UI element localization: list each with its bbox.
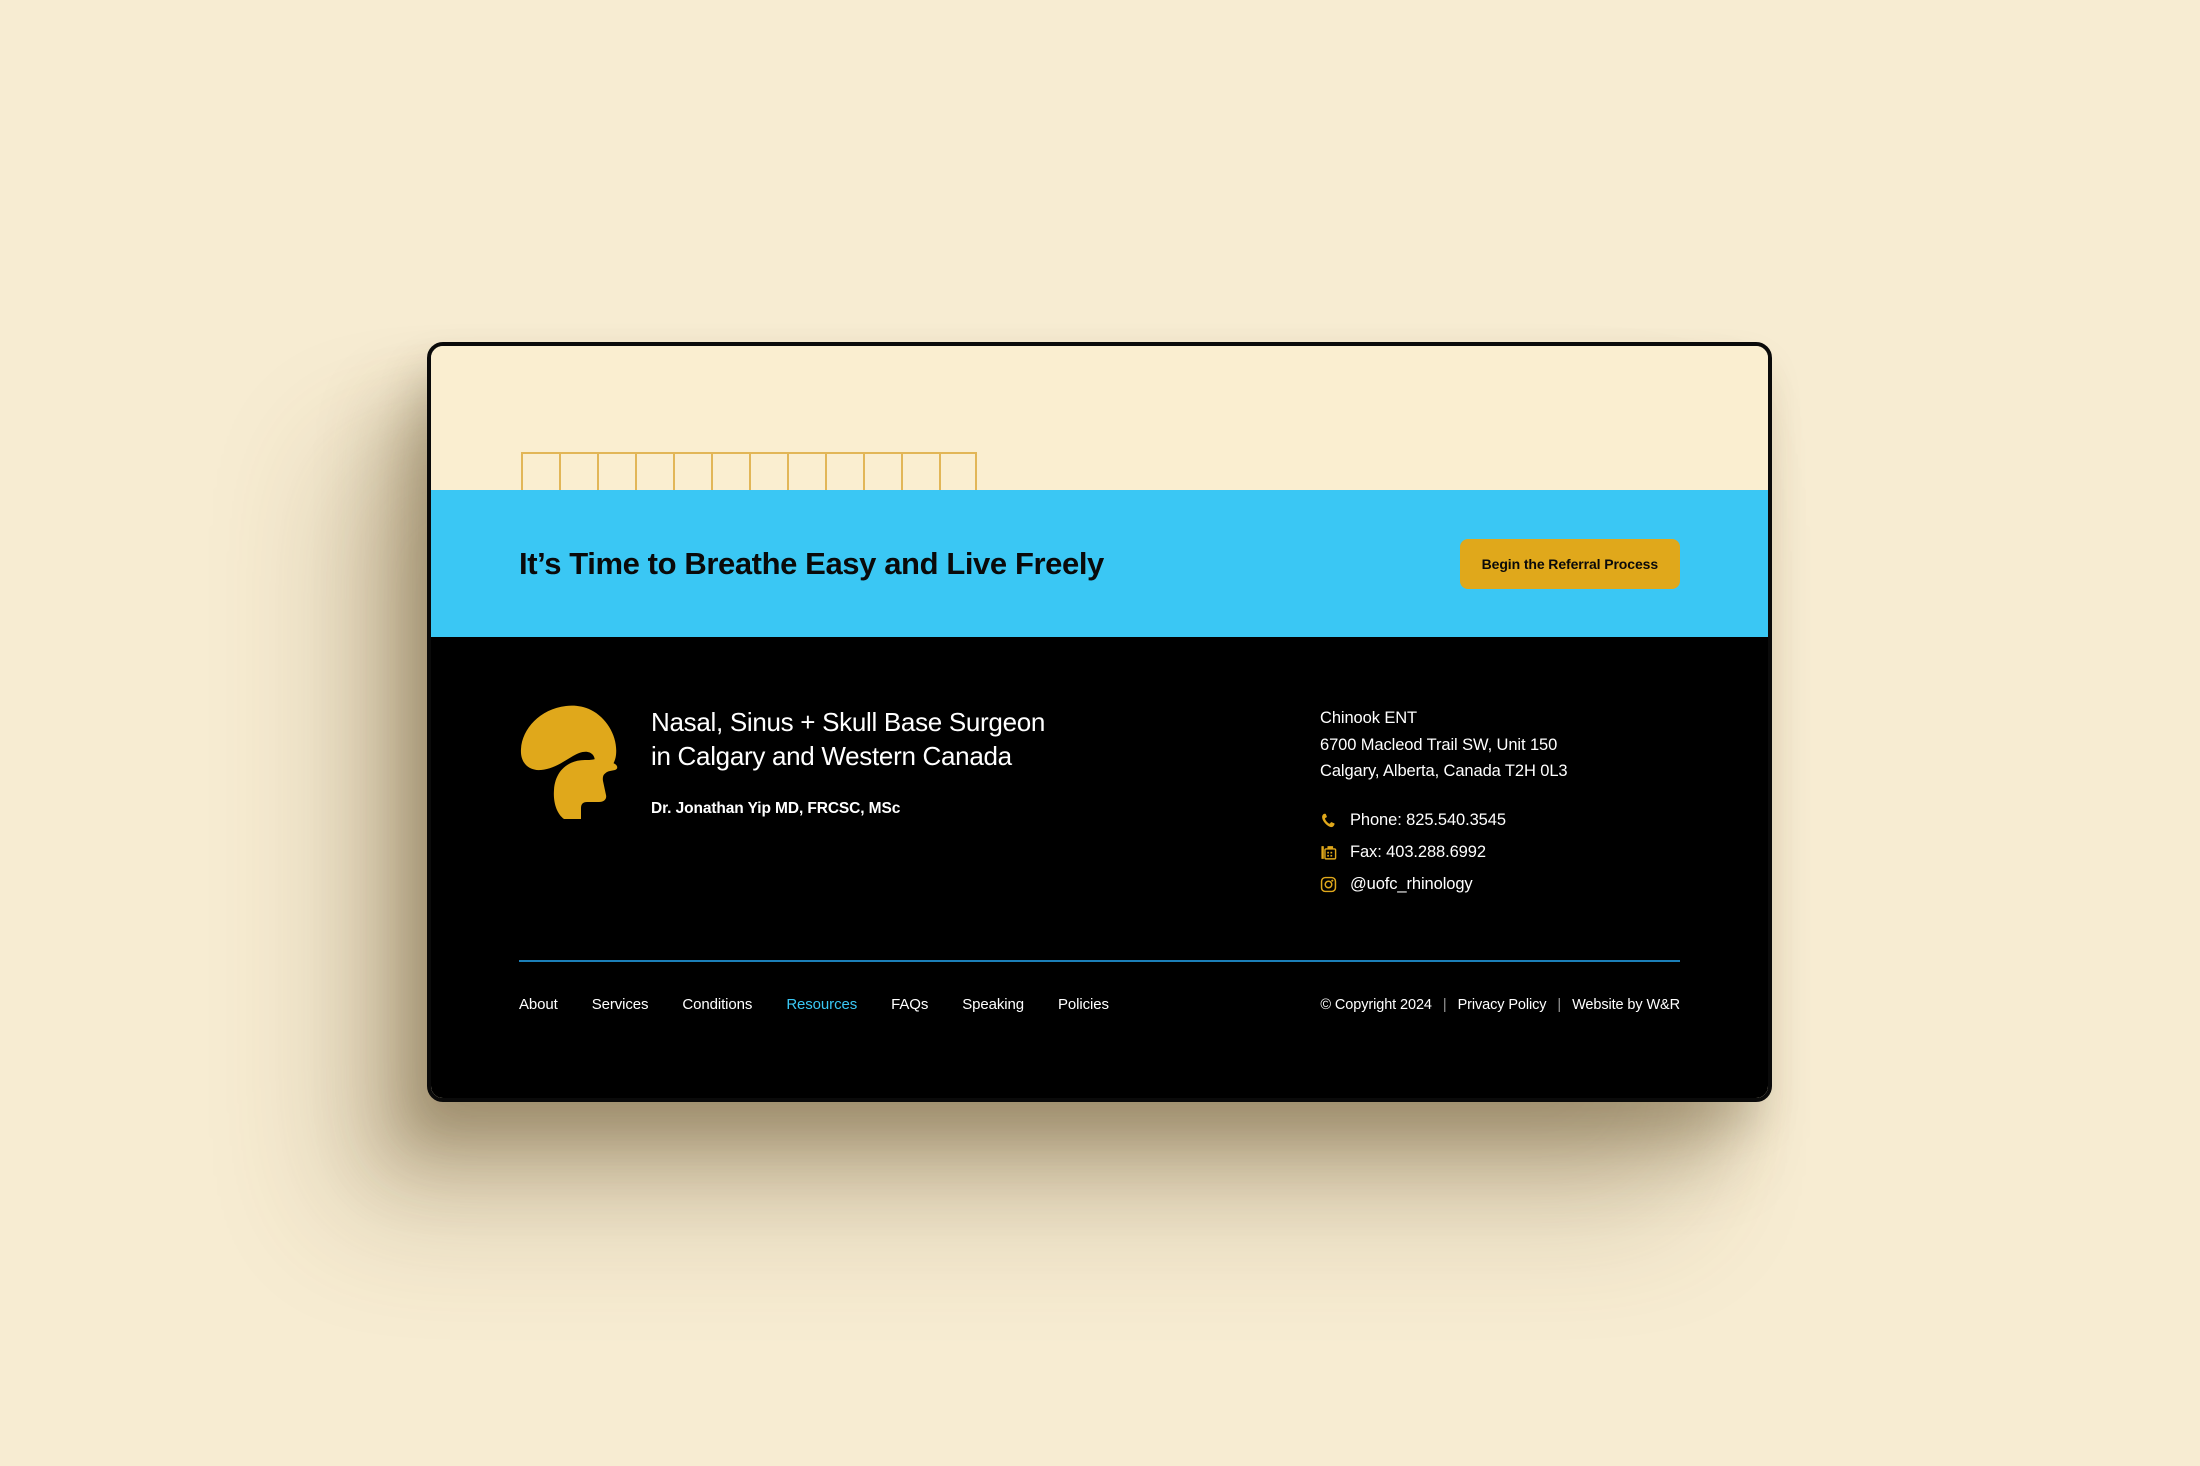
grid-cell bbox=[901, 452, 939, 493]
copyright-text: © Copyright 2024 bbox=[1320, 996, 1432, 1013]
footer-brand-block: Nasal, Sinus + Skull Base Surgeon in Cal… bbox=[519, 699, 1045, 894]
footer-nav-link-resources[interactable]: Resources bbox=[786, 996, 857, 1013]
address-line-1: 6700 Macleod Trail SW, Unit 150 bbox=[1320, 735, 1558, 754]
grid-cell bbox=[559, 452, 597, 493]
cta-banner: It’s Time to Breathe Easy and Live Freel… bbox=[431, 490, 1768, 637]
footer-lower-row: About Services Conditions Resources FAQs Spea… bbox=[519, 962, 1680, 1013]
fax-number: Fax: 403.288.6992 bbox=[1350, 843, 1486, 862]
site-footer: Nasal, Sinus + Skull Base Surgeon in Cal… bbox=[431, 637, 1768, 1098]
contact-instagram-row[interactable]: @uofc_rhinology bbox=[1320, 875, 1680, 894]
grid-cell bbox=[635, 452, 673, 493]
website-credit-link[interactable]: Website by W&R bbox=[1572, 997, 1680, 1013]
head-profile-logo-icon bbox=[520, 705, 618, 819]
contact-methods-list: Phone: 825.540.3545 Fax: 403.288.6992 @u… bbox=[1320, 811, 1680, 894]
instagram-icon bbox=[1320, 876, 1337, 893]
cta-headline: It’s Time to Breathe Easy and Live Freel… bbox=[519, 545, 1104, 581]
footer-contact-block: Chinook ENT 6700 Macleod Trail SW, Unit … bbox=[1320, 699, 1680, 894]
contact-phone-row[interactable]: Phone: 825.540.3545 bbox=[1320, 811, 1680, 830]
footer-legal-bar: © Copyright 2024 | Privacy Policy | Webs… bbox=[1320, 997, 1680, 1013]
begin-referral-process-button[interactable]: Begin the Referral Process bbox=[1459, 538, 1680, 589]
grid-cell bbox=[673, 452, 711, 493]
grid-cell bbox=[787, 452, 825, 493]
footer-nav-link-policies[interactable]: Policies bbox=[1058, 996, 1109, 1013]
instagram-handle: @uofc_rhinology bbox=[1350, 875, 1473, 894]
footer-nav-link-speaking[interactable]: Speaking bbox=[962, 996, 1024, 1013]
clinic-name: Chinook ENT bbox=[1320, 709, 1418, 727]
legal-separator-2: | bbox=[1557, 996, 1562, 1013]
grid-cell bbox=[521, 452, 559, 493]
footer-nav-link-faqs[interactable]: FAQs bbox=[891, 996, 928, 1013]
grid-cell bbox=[711, 452, 749, 493]
grid-cell bbox=[863, 452, 901, 493]
footer-nav-link-conditions[interactable]: Conditions bbox=[682, 996, 752, 1013]
privacy-policy-link[interactable]: Privacy Policy bbox=[1458, 997, 1547, 1013]
footer-brand-text: Nasal, Sinus + Skull Base Surgeon in Cal… bbox=[651, 699, 1045, 818]
phone-number: Phone: 825.540.3545 bbox=[1350, 811, 1506, 830]
footer-upper-row: Nasal, Sinus + Skull Base Surgeon in Cal… bbox=[519, 637, 1680, 894]
grid-cell bbox=[939, 452, 977, 493]
footer-brand-title: Nasal, Sinus + Skull Base Surgeon in Cal… bbox=[651, 707, 1046, 772]
page-viewport: It’s Time to Breathe Easy and Live Freel… bbox=[431, 346, 1768, 1098]
grid-cell bbox=[825, 452, 863, 493]
footer-nav-link-about[interactable]: About bbox=[519, 996, 558, 1013]
legal-separator-1: | bbox=[1442, 996, 1447, 1013]
footer-nav-link-services[interactable]: Services bbox=[592, 996, 649, 1013]
footer-navigation: About Services Conditions Resources FAQs Spea… bbox=[519, 996, 1109, 1013]
grid-cell bbox=[749, 452, 787, 493]
decorative-grid-strip bbox=[521, 452, 977, 493]
contact-fax-row[interactable]: Fax: 403.288.6992 bbox=[1320, 843, 1680, 862]
fax-icon bbox=[1321, 846, 1337, 860]
phone-icon bbox=[1322, 813, 1335, 828]
grid-cell bbox=[597, 452, 635, 493]
browser-window: It’s Time to Breathe Easy and Live Freel… bbox=[427, 342, 1772, 1102]
footer-doctor-name: Dr. Jonathan Yip MD, FRCSC, MSc bbox=[651, 799, 901, 817]
address-line-2: Calgary, Alberta, Canada T2H 0L3 bbox=[1320, 762, 1568, 781]
